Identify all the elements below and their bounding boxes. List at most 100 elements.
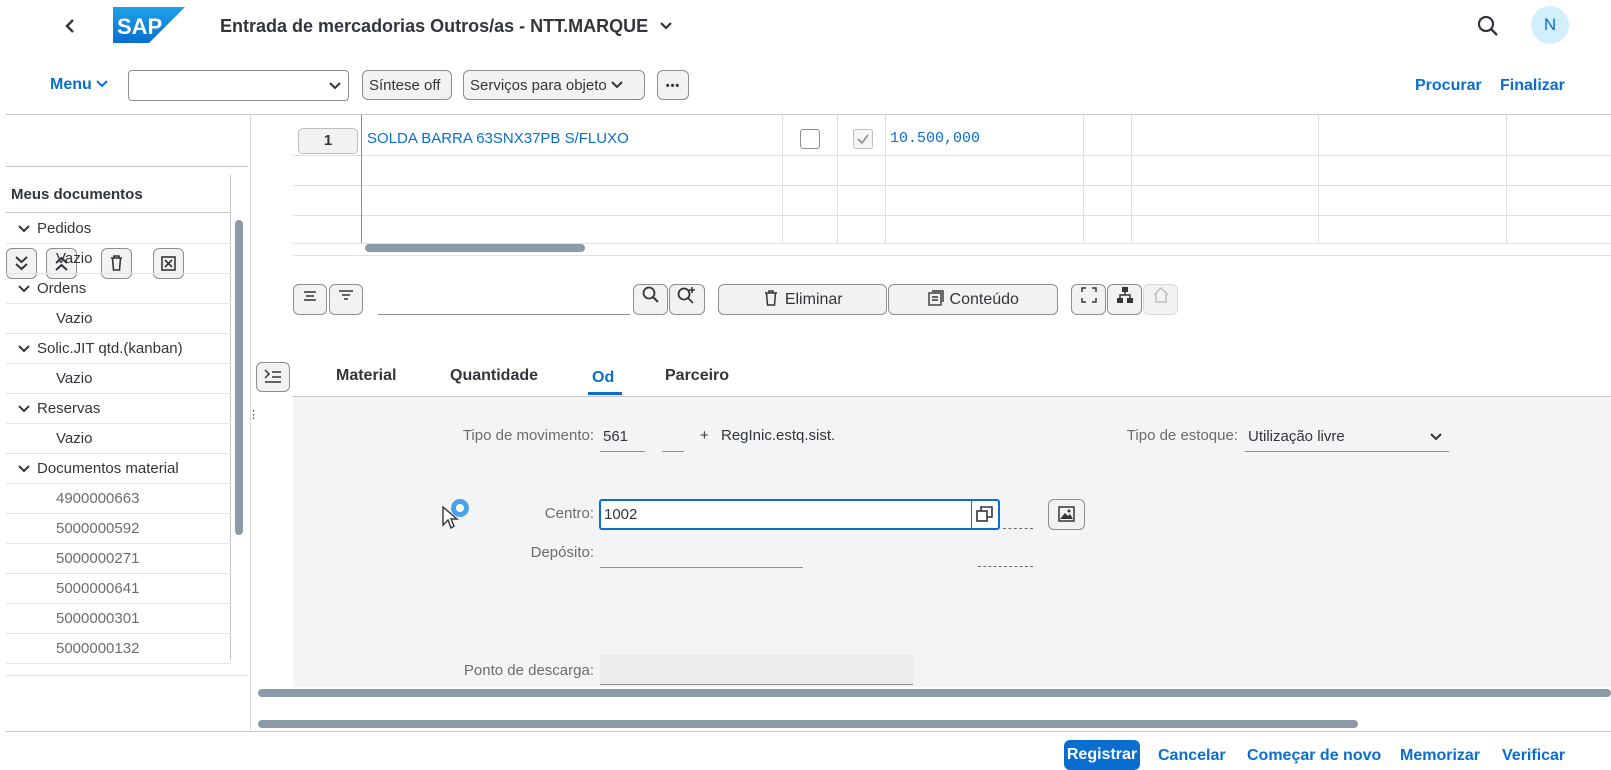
command-dropdown[interactable] [128,70,349,101]
chevron-down-icon [329,82,341,90]
tree-label: 5000000641 [56,580,140,597]
fullscreen-icon [1080,287,1097,303]
splitter-handle[interactable]: ⋮ [248,410,259,429]
tree-doc-item[interactable]: 5000000132 [6,634,231,664]
tree-label: Vazio [56,430,93,447]
image-button[interactable] [1048,499,1085,530]
tree-group-solic-jit[interactable]: Solic.JIT qtd.(kanban) [6,334,231,364]
tree-leaf-vazio[interactable]: Vazio [6,304,231,334]
tree-label: 5000000301 [56,610,140,627]
tab-material[interactable]: Material [336,367,396,385]
toggle-panel-button[interactable] [256,362,290,392]
comecar-de-novo-button[interactable]: Começar de novo [1247,747,1381,765]
tree-doc-item[interactable]: 4900000663 [6,484,231,514]
item-search-button[interactable] [633,284,668,315]
tipo-estoque-value: Utilização livre [1248,428,1345,445]
material-link[interactable]: SOLDA BARRA 63SNX37PB S/FLUXO [367,130,629,147]
sidebar: Meus documentos Pedidos Vazio Ordens Vaz… [0,115,251,730]
tree-leaf-vazio[interactable]: Vazio [6,244,231,274]
trash-icon [765,290,778,306]
tab-parceiro[interactable]: Parceiro [665,367,729,385]
checkmark-icon [857,134,869,145]
row-number-button[interactable]: 1 [298,128,358,154]
tree-leaf-vazio[interactable]: Vazio [6,424,231,454]
tree-label: 4900000663 [56,490,140,507]
conteudo-button[interactable]: Conteúdo [888,284,1058,315]
search-button[interactable] [1476,14,1500,38]
tree-label: Pedidos [37,220,92,237]
footer-divider [6,731,1611,732]
tree-group-reservas[interactable]: Reservas [6,394,231,424]
more-button[interactable]: ••• [657,70,689,100]
sap-logo-text: SAP [117,14,162,39]
centro-input[interactable]: 1002 [599,499,1000,530]
tipo-movimento-input[interactable]: 561 [600,422,645,452]
app-title-menu[interactable]: Entrada de mercadorias Outros/as - NTT.M… [220,16,673,37]
main-hscrollbar[interactable] [258,720,1358,728]
hierarchy-button[interactable] [1107,284,1142,315]
eliminar-label: Eliminar [784,291,843,308]
tree-label: Vazio [56,250,93,267]
user-avatar[interactable]: N [1531,6,1569,44]
tree-label: 5000000132 [56,640,140,657]
deposito-input[interactable] [600,538,803,568]
home-button[interactable] [1143,284,1178,315]
ponto-descarga-input[interactable] [600,655,913,685]
tipo-movimento-extra-input[interactable] [662,422,684,452]
sidebar-scrollbar[interactable] [235,220,243,535]
sidebar-title-divider [6,212,231,213]
search-next-button[interactable] [669,284,705,315]
tree-group-pedidos[interactable]: Pedidos [6,214,231,244]
tree-label: 5000000592 [56,520,140,537]
plus-sign: + [700,427,709,444]
mouse-cursor-icon [441,505,459,535]
tree-label: Ordens [37,280,87,297]
filter-icon [339,290,353,300]
servicos-objeto-label: Serviços para objeto [470,77,607,94]
chevron-down-icon [611,81,623,89]
tipo-estoque-select[interactable]: Utilização livre [1245,422,1449,452]
align-icon [304,291,316,301]
home-icon [1152,286,1169,303]
app-title: Entrada de mercadorias Outros/as - NTT.M… [220,16,649,36]
finalizar-button[interactable]: Finalizar [1500,77,1565,95]
sap-logo: SAP [113,7,185,43]
sidebar-toolbar-divider [6,166,248,167]
tree-doc-item[interactable]: 5000000641 [6,574,231,604]
value-help-button[interactable] [971,501,998,528]
items-grid: 1 SOLDA BARRA 63SNX37PB S/FLUXO 10.500,0… [293,115,1611,265]
quantity-value: 10.500,000 [890,130,981,147]
fullscreen-button[interactable] [1071,284,1106,315]
servicos-objeto-button[interactable]: Serviços para objeto [463,70,645,100]
tree-label: Vazio [56,370,93,387]
item-search-input[interactable] [378,284,630,315]
eliminar-button[interactable]: Eliminar [718,284,887,315]
tree-doc-item[interactable]: 5000000271 [6,544,231,574]
filter-button[interactable] [329,284,363,315]
back-button[interactable] [60,14,82,38]
registrar-button[interactable]: Registrar [1064,740,1140,770]
tree-doc-item[interactable]: 5000000301 [6,604,231,634]
grid-hscrollbar[interactable] [365,244,585,252]
tree-label: 5000000271 [56,550,140,567]
cancelar-button[interactable]: Cancelar [1158,747,1226,765]
procurar-button[interactable]: Procurar [1415,77,1482,95]
memorizar-button[interactable]: Memorizar [1400,747,1480,765]
align-button[interactable] [293,284,327,315]
tab-od[interactable]: Od [592,369,614,387]
image-icon [1058,506,1075,522]
tree-leaf-vazio[interactable]: Vazio [6,364,231,394]
row-checkbox-1[interactable] [800,129,820,149]
form-hscrollbar-track[interactable] [258,689,1611,697]
sintese-off-button[interactable]: Síntese off [362,70,452,100]
tree-group-ordens[interactable]: Ordens [6,274,231,304]
verificar-button[interactable]: Verificar [1502,747,1565,765]
tree-doc-item[interactable]: 5000000592 [6,514,231,544]
row-checkbox-2[interactable] [853,129,873,149]
tab-quantidade[interactable]: Quantidade [450,367,538,385]
menu-button[interactable]: Menu [50,76,108,94]
tipo-estoque-label: Tipo de estoque: [1126,427,1238,444]
chevron-down-icon [1430,433,1442,441]
tree-label: Solic.JIT qtd.(kanban) [37,340,183,357]
tree-group-documentos-material[interactable]: Documentos material [6,454,231,484]
